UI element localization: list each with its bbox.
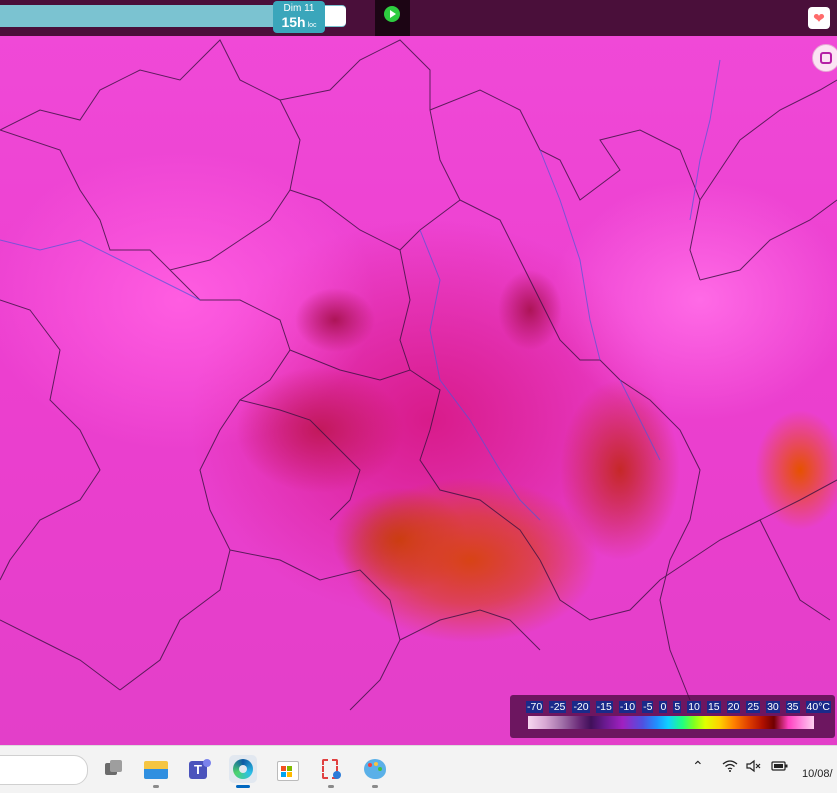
time-day-label: Dim 11 (283, 3, 315, 14)
legend-label: -70 (526, 701, 544, 713)
heart-icon[interactable]: ❤ (808, 7, 830, 29)
taskbar: T ⌃ 10/08/ (0, 745, 837, 793)
clock-date[interactable]: 10/08/ (802, 768, 833, 780)
store-icon[interactable] (273, 755, 301, 783)
legend-label: -5 (642, 701, 654, 713)
play-control (375, 0, 410, 36)
legend-color-bar (528, 716, 814, 729)
running-indicator (372, 785, 378, 788)
task-view-icon[interactable] (99, 755, 127, 783)
paint-icon[interactable] (361, 755, 389, 783)
legend-label: 40°C (805, 701, 831, 713)
file-explorer-icon[interactable] (142, 755, 170, 783)
legend-label: -10 (618, 701, 637, 713)
legend-label: 35 (785, 701, 800, 713)
legend-label: 5 (673, 701, 682, 713)
legend-label: 30 (766, 701, 780, 713)
legend-label: 15 (706, 701, 721, 713)
temperature-legend: -70 -25 -20 -15 -10 -5 0 5 10 15 20 25 30 35 40°C (510, 695, 835, 738)
wifi-icon[interactable] (722, 759, 738, 776)
legend-label: 0 (659, 701, 668, 713)
chevron-up-icon[interactable]: ⌃ (692, 758, 704, 775)
legend-label: -15 (595, 701, 613, 713)
locate-icon[interactable] (812, 44, 837, 72)
region-borders (0, 39, 837, 711)
battery-icon[interactable] (771, 759, 789, 776)
legend-label: 10 (687, 701, 701, 713)
legend-label: -20 (572, 701, 590, 713)
time-zone-label: loc (307, 22, 317, 29)
timeline-end-marker (324, 6, 346, 26)
teams-icon[interactable]: T (186, 755, 214, 783)
time-hour-label: 15h (281, 14, 306, 30)
running-indicator (328, 785, 334, 788)
top-bar: Dim 11 15h loc ❤ (0, 0, 837, 36)
search-input[interactable] (0, 755, 88, 785)
volume-muted-icon[interactable] (746, 759, 762, 776)
snipping-tool-icon[interactable] (317, 755, 345, 783)
play-icon[interactable] (384, 6, 400, 22)
legend-label: 20 (726, 701, 741, 713)
running-indicator (153, 785, 159, 788)
legend-label: -25 (549, 701, 567, 713)
time-badge[interactable]: Dim 11 15h loc (273, 1, 325, 33)
active-indicator (236, 785, 250, 788)
legend-label: 25 (746, 701, 761, 713)
legend-labels: -70 -25 -20 -15 -10 -5 0 5 10 15 20 25 30 35 40°C (526, 701, 831, 713)
edge-icon[interactable] (229, 755, 257, 783)
